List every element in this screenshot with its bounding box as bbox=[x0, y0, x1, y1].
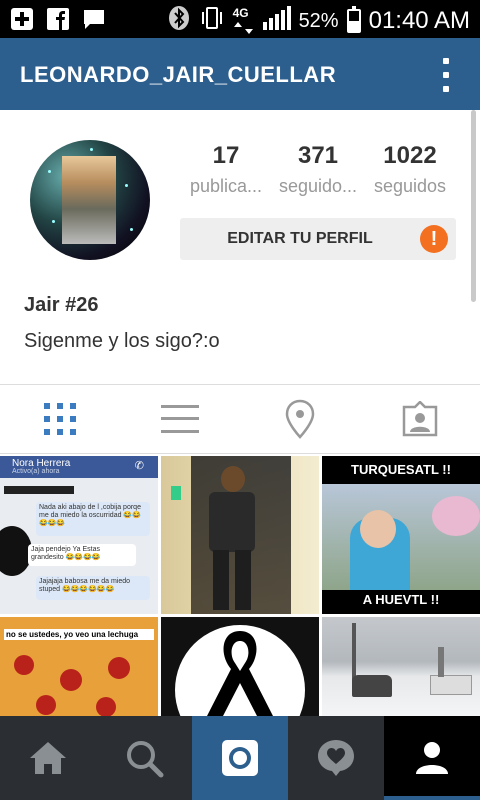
avatar[interactable] bbox=[30, 140, 150, 260]
clock: 01:40 AM bbox=[368, 7, 470, 34]
stat-label: seguido... bbox=[278, 176, 358, 196]
tab-grid[interactable] bbox=[0, 385, 120, 453]
grid-post[interactable] bbox=[322, 617, 480, 716]
plus-box-icon bbox=[10, 7, 34, 31]
meme-bottom-text: A HUEVTL !! bbox=[362, 592, 440, 607]
home-icon bbox=[30, 742, 66, 774]
chat-header: Nora Herrera Activo(a) ahora ✆ bbox=[0, 456, 158, 478]
location-pin-icon bbox=[285, 399, 315, 439]
meme-caption: no se ustedes, yo veo una lechuga bbox=[4, 629, 154, 640]
nav-home[interactable] bbox=[0, 716, 96, 800]
signal-icon bbox=[262, 6, 291, 36]
stat-value: 371 bbox=[297, 142, 339, 169]
nav-camera[interactable] bbox=[192, 716, 288, 800]
camera-icon bbox=[222, 740, 258, 776]
grid-post[interactable]: TURQUESATL !! A HUEVTL !! bbox=[322, 456, 480, 614]
grid-post[interactable]: no se ustedes, yo veo una lechuga bbox=[0, 617, 158, 716]
photo-grid: Nora Herrera Activo(a) ahora ✆ Nada aki … bbox=[0, 456, 480, 716]
bio: Sigenme y los sigo?:o bbox=[24, 330, 220, 352]
stat-value: 17 bbox=[212, 142, 240, 169]
nav-search[interactable] bbox=[96, 716, 192, 800]
view-tabs bbox=[0, 384, 480, 454]
mourning-ribbon-icon bbox=[207, 631, 273, 716]
stat-value: 1022 bbox=[383, 142, 437, 169]
profile-stats: 17 publica... 371 seguido... 1022 seguid… bbox=[180, 142, 456, 197]
message-icon bbox=[82, 7, 106, 31]
chat-bubble: Jaja pendejo Ya Estas grandesito 😂😂😂😂 bbox=[28, 544, 136, 566]
full-name: Jair #26 bbox=[24, 294, 99, 316]
tagged-photos-icon bbox=[402, 401, 438, 437]
list-view-icon bbox=[161, 405, 199, 433]
chat-bubble: Nada aki abajo de l ,cobija porqe me da … bbox=[36, 502, 150, 536]
grid-post[interactable]: Nora Herrera Activo(a) ahora ✆ Nada aki … bbox=[0, 456, 158, 614]
profile-section: 17 publica... 371 seguido... 1022 seguid… bbox=[0, 110, 480, 384]
phone-icon: ✆ bbox=[134, 460, 144, 472]
facebook-icon bbox=[46, 7, 70, 31]
grid-view-icon bbox=[44, 403, 76, 435]
bluetooth-icon bbox=[167, 5, 191, 37]
nav-activity[interactable] bbox=[288, 716, 384, 800]
tab-location[interactable] bbox=[240, 385, 360, 453]
network-type-label: 4G bbox=[232, 6, 249, 20]
grid-post[interactable] bbox=[161, 617, 319, 716]
stat-posts[interactable]: 17 publica... bbox=[180, 142, 272, 197]
username-title: LEONARDO_JAIR_CUELLAR bbox=[20, 62, 337, 87]
stat-following[interactable]: 1022 seguidos bbox=[364, 142, 456, 197]
chat-bubble: Jajajaja babosa me da miedo stuped 😂😂😂😂😂… bbox=[36, 576, 150, 600]
battery-icon bbox=[346, 6, 361, 33]
tab-list[interactable] bbox=[120, 385, 240, 453]
tab-tagged[interactable] bbox=[360, 385, 480, 453]
battery-percent: 52% bbox=[298, 9, 339, 32]
edit-profile-label: EDITAR TU PERFIL bbox=[227, 230, 373, 247]
grid-post[interactable] bbox=[161, 456, 319, 614]
profile-header: LEONARDO_JAIR_CUELLAR bbox=[0, 38, 480, 110]
vibrate-icon bbox=[199, 5, 225, 37]
activity-heart-icon bbox=[318, 740, 354, 776]
stat-label: seguidos bbox=[373, 176, 447, 196]
overflow-menu-icon[interactable] bbox=[440, 58, 452, 92]
stat-followers[interactable]: 371 seguido... bbox=[272, 142, 364, 197]
scrollbar[interactable] bbox=[471, 110, 476, 302]
stat-label: publica... bbox=[189, 176, 263, 196]
alert-icon: ! bbox=[420, 225, 448, 253]
status-bar: 4G 52% 01:40 AM bbox=[0, 0, 480, 38]
network-4g-icon: 4G bbox=[232, 6, 255, 34]
meme-top-text: TURQUESATL !! bbox=[351, 462, 451, 477]
redacted-block bbox=[4, 486, 74, 494]
chat-contact-status: Activo(a) ahora bbox=[12, 468, 60, 475]
profile-icon bbox=[416, 742, 448, 774]
search-icon bbox=[127, 741, 164, 778]
bottom-navigation bbox=[0, 716, 480, 800]
nav-profile[interactable] bbox=[384, 716, 480, 800]
edit-profile-button[interactable]: EDITAR TU PERFIL ! bbox=[180, 218, 456, 260]
